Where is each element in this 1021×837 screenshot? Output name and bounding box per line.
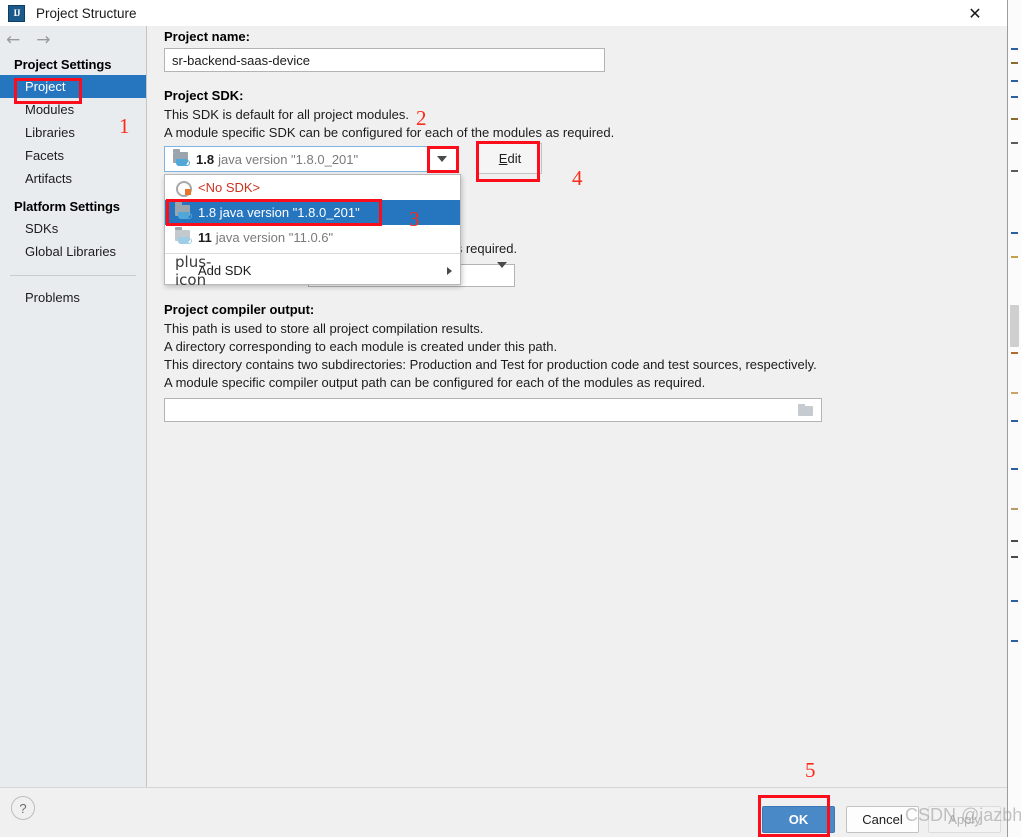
sdk-option-add-sdk[interactable]: plus-icon Add SDK [165, 253, 460, 289]
folder-icon[interactable] [798, 403, 814, 417]
no-sdk-icon [175, 180, 192, 197]
edit-sdk-button-label: Edit [498, 151, 522, 166]
project-sdk-desc-line1: This SDK is default for all project modu… [164, 107, 409, 122]
window-title: Project Structure [36, 5, 137, 21]
compiler-output-desc-line3: This directory contains two subdirectori… [164, 357, 817, 372]
sidebar-item-sdks[interactable]: SDKs [0, 217, 146, 240]
sidebar-divider [10, 275, 136, 276]
forward-arrow-icon[interactable]: → [36, 31, 50, 49]
project-sdk-selected-desc: java version "1.8.0_201" [218, 151, 359, 167]
compiler-output-desc-line4: A module specific compiler output path c… [164, 375, 706, 390]
back-arrow-icon[interactable]: ← [6, 31, 20, 49]
sidebar-item-project[interactable]: Project [0, 75, 146, 98]
sdk-option-java-11-desc: java version "11.0.6" [215, 230, 334, 245]
background-editor-sliver [1007, 0, 1021, 837]
help-icon[interactable]: ? [11, 796, 35, 820]
main-content: Project name: sr-backend-saas-device Pro… [148, 26, 1007, 787]
sidebar-item-global-libraries[interactable]: Global Libraries [0, 240, 146, 263]
compiler-output-input[interactable] [164, 398, 822, 422]
sdk-java-icon-dim [175, 227, 192, 245]
cancel-button[interactable]: Cancel [846, 806, 919, 833]
apply-button[interactable]: Apply [928, 806, 1001, 833]
sdk-option-no-sdk[interactable]: <No SDK> [165, 175, 460, 200]
sidebar-item-libraries[interactable]: Libraries [0, 121, 146, 144]
sidebar-item-problems[interactable]: Problems [0, 286, 146, 309]
sidebar-group-platform-settings: Platform Settings [14, 199, 120, 214]
sidebar-group-project-settings: Project Settings [14, 57, 112, 72]
sdk-option-no-sdk-label: <No SDK> [198, 180, 261, 195]
project-sdk-combobox[interactable]: 1.8 java version "1.8.0_201" [164, 146, 457, 172]
compiler-output-desc-line1: This path is used to store all project c… [164, 321, 484, 336]
chevron-right-icon [447, 266, 452, 275]
project-name-input[interactable]: sr-backend-saas-device [164, 48, 605, 72]
compiler-output-desc-line2: A directory corresponding to each module… [164, 339, 558, 354]
sidebar-item-facets[interactable]: Facets [0, 144, 146, 167]
navigation-arrows: ← → [0, 26, 146, 54]
compiler-output-label: Project compiler output: [164, 302, 315, 317]
chevron-down-icon[interactable] [427, 147, 456, 171]
project-sdk-dropdown-popup[interactable]: <No SDK> 1.8 java version "1.8.0_201" 11… [164, 174, 461, 289]
project-structure-dialog: IJ Project Structure ✕ ← → Project Setti… [0, 0, 1007, 837]
project-name-label: Project name: [164, 29, 250, 44]
edit-sdk-button[interactable]: Edit [478, 143, 542, 174]
sdk-option-java-11-version: 11 [198, 230, 212, 245]
sdk-java-icon [173, 148, 190, 167]
title-bar: IJ Project Structure ✕ [0, 0, 1007, 26]
sdk-option-add-sdk-label: Add SDK [198, 263, 252, 278]
sidebar: ← → Project Settings Project Modules Lib… [0, 26, 147, 787]
ok-button[interactable]: OK [762, 806, 835, 833]
project-sdk-selected-version: 1.8 [196, 151, 215, 167]
plus-icon: plus-icon [175, 252, 212, 289]
intellij-idea-icon: IJ [8, 4, 25, 22]
close-icon[interactable]: ✕ [953, 0, 997, 26]
sdk-option-java-18[interactable]: 1.8 java version "1.8.0_201" [165, 200, 460, 225]
sdk-option-java-18-label: 1.8 java version "1.8.0_201" [198, 205, 360, 220]
editor-scrollbar-thumb[interactable] [1010, 305, 1019, 347]
sidebar-item-artifacts[interactable]: Artifacts [0, 167, 146, 190]
chevron-down-icon[interactable] [497, 262, 507, 283]
sdk-option-java-11[interactable]: 11 java version "11.0.6" [165, 225, 460, 250]
project-sdk-label: Project SDK: [164, 88, 244, 103]
sidebar-item-modules[interactable]: Modules [0, 98, 146, 121]
project-sdk-desc-line2: A module specific SDK can be configured … [164, 125, 615, 140]
sdk-java-icon [175, 202, 192, 220]
